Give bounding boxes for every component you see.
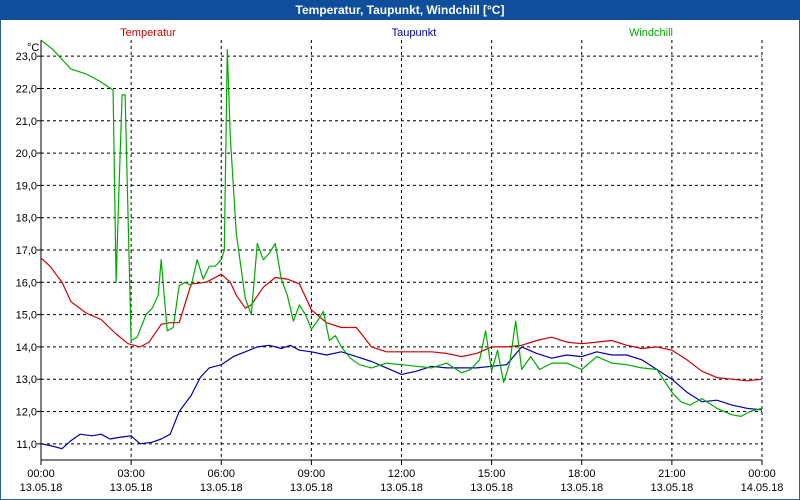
legend: Temperatur Taupunkt Windchill xyxy=(120,27,673,39)
x-tick-time-label: 03:00 xyxy=(117,468,145,480)
x-tick-date-label: 13.05.18 xyxy=(290,482,333,494)
y-tick-label: 19,0 xyxy=(16,180,37,192)
y-tick-label: 20,0 xyxy=(16,148,37,160)
x-tick-date-label: 13.05.18 xyxy=(650,482,693,494)
y-tick-label: 18,0 xyxy=(16,213,37,225)
x-tick-time-label: 06:00 xyxy=(207,468,235,480)
window-title: Temperatur, Taupunkt, Windchill [°C] xyxy=(295,3,505,17)
x-tick-time-label: 21:00 xyxy=(658,468,686,480)
y-tick-label: 11,0 xyxy=(16,439,37,451)
x-tick-time-label: 18:00 xyxy=(568,468,596,480)
x-tick-date-label: 13.05.18 xyxy=(380,482,423,494)
x-tick-time-label: 00:00 xyxy=(27,468,55,480)
x-tick-time-label: 00:00 xyxy=(748,468,776,480)
x-tick-time-label: 12:00 xyxy=(388,468,416,480)
y-tick-label: 21,0 xyxy=(16,116,37,128)
legend-entry-taupunkt: Taupunkt xyxy=(392,27,437,39)
y-tick-label: 13,0 xyxy=(16,374,37,386)
x-tick-date-label: 14.05.18 xyxy=(741,482,784,494)
grid xyxy=(41,40,762,460)
x-tick-date-label: 13.05.18 xyxy=(20,482,63,494)
line-chart: 11,0 12,0 13,0 14,0 15,0 16,0 17,0 18,0 19,0 20,0… xyxy=(16,27,784,494)
x-tick-date-label: 13.05.18 xyxy=(200,482,243,494)
x-tick-time-label: 15:00 xyxy=(478,468,506,480)
x-tick-date-label: 13.05.18 xyxy=(110,482,153,494)
legend-entry-windchill: Windchill xyxy=(629,27,673,39)
y-tick-label: 15,0 xyxy=(16,310,37,322)
y-tick-label: 16,0 xyxy=(16,277,37,289)
y-tick-label: 14,0 xyxy=(16,342,37,354)
window-titlebar: Temperatur, Taupunkt, Windchill [°C] xyxy=(0,0,800,20)
x-tick-date-label: 13.05.18 xyxy=(470,482,513,494)
legend-entry-temperatur: Temperatur xyxy=(120,27,176,39)
x-tick-date-label: 13.05.18 xyxy=(560,482,603,494)
y-axis-unit-label: °C xyxy=(27,42,39,54)
y-tick-label: 22,0 xyxy=(16,83,37,95)
y-tick-label: 17,0 xyxy=(16,245,37,257)
x-tick-time-label: 09:00 xyxy=(298,468,326,480)
y-tick-label: 12,0 xyxy=(16,407,37,419)
